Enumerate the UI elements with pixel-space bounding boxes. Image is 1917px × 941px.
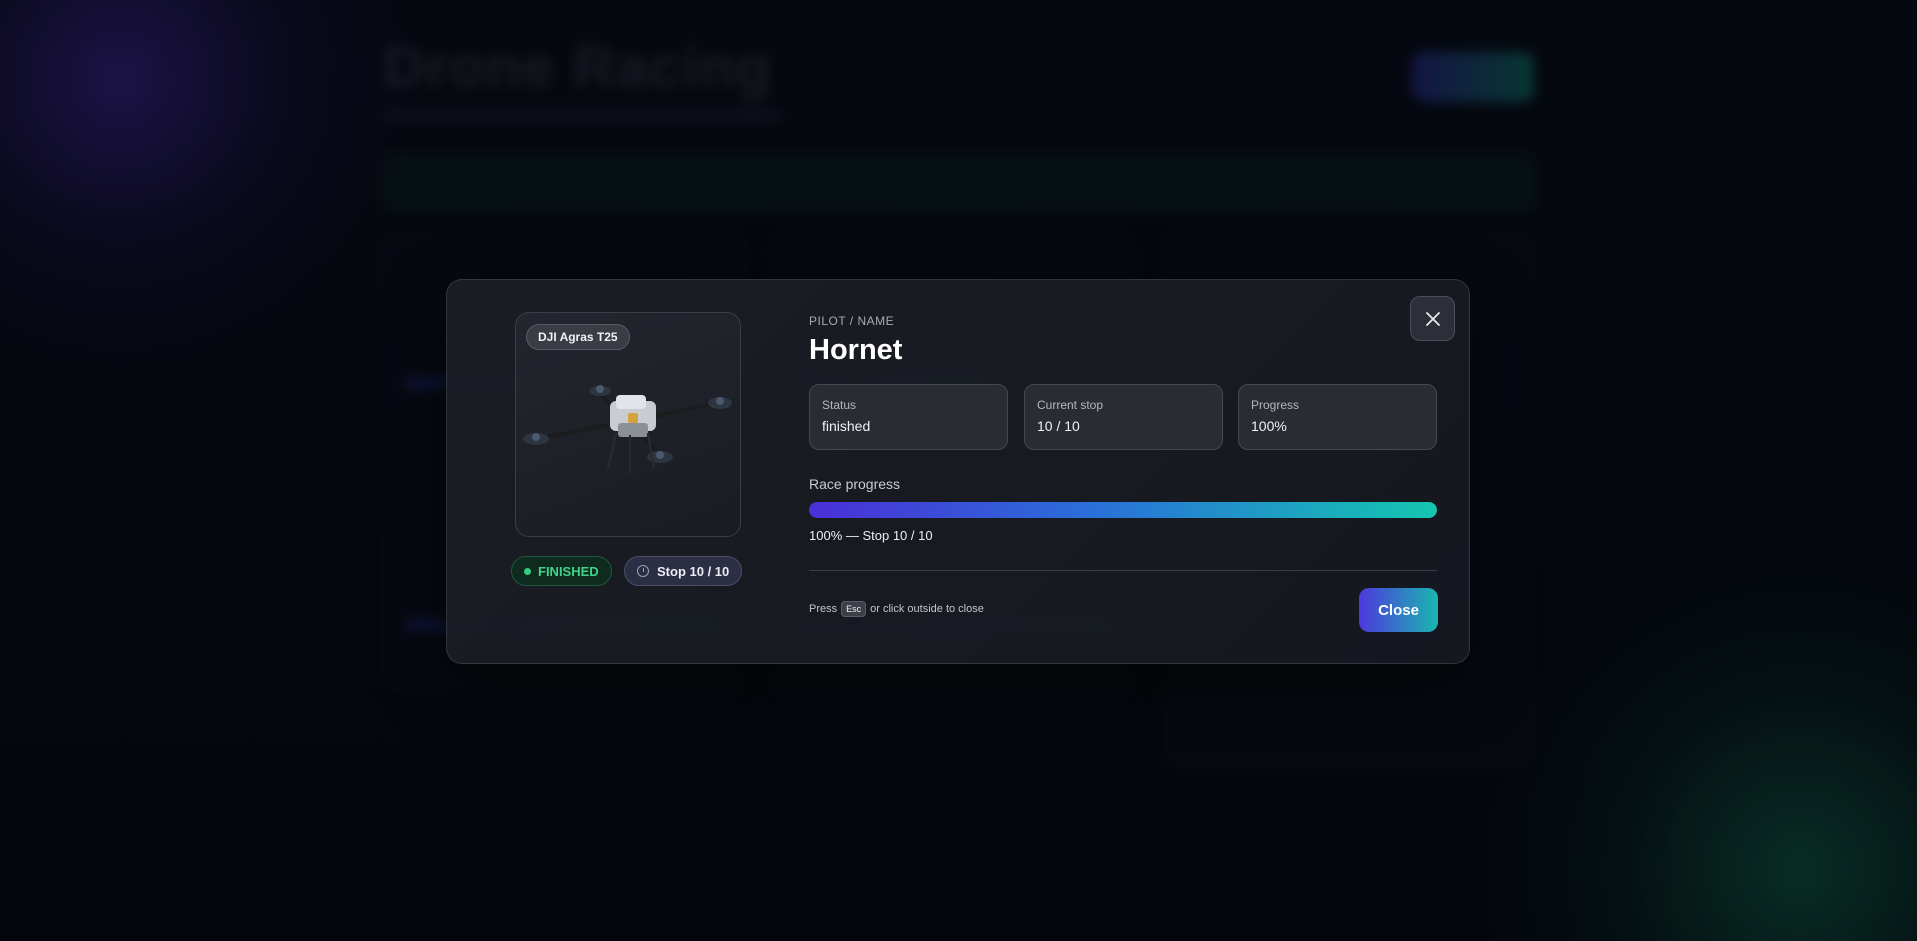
- close-icon-button[interactable]: [1410, 296, 1455, 341]
- race-progress-bar: [809, 502, 1437, 518]
- race-progress-label: Race progress: [809, 476, 901, 492]
- hint-rest-text: or click outside to close: [870, 603, 984, 615]
- current-stop-stat-value: 10 / 10: [1037, 418, 1080, 434]
- progress-stat: Progress 100%: [1238, 384, 1437, 450]
- hint-press-text: Press: [809, 603, 838, 615]
- status-stat: Status finished: [809, 384, 1008, 450]
- pilot-label: PILOT / NAME: [809, 314, 895, 328]
- progress-stat-value: 100%: [1251, 418, 1287, 434]
- status-badge-label: FINISHED: [538, 563, 599, 579]
- close-button[interactable]: Close: [1359, 588, 1438, 632]
- drone-image: [523, 385, 732, 473]
- stop-badge: Stop 10 / 10: [624, 556, 743, 586]
- pilot-name: Hornet: [809, 334, 903, 366]
- model-badge: DJI Agras T25: [526, 324, 630, 350]
- current-stop-stat: Current stop 10 / 10: [1024, 384, 1223, 450]
- status-dot-icon: [524, 567, 531, 575]
- stop-badge-label: Stop 10 / 10: [657, 563, 730, 579]
- close-hint: Press Esc or click outside to close: [809, 601, 984, 617]
- status-badge: FINISHED: [511, 556, 612, 586]
- clock-icon: [637, 565, 649, 577]
- race-progress-text: 100% — Stop 10 / 10: [809, 528, 933, 543]
- esc-key: Esc: [841, 601, 867, 617]
- race-progress-fill: [809, 502, 1437, 518]
- drone-image-card: DJI Agras T25: [515, 312, 741, 537]
- close-icon: [1425, 311, 1440, 326]
- status-stat-value: finished: [822, 418, 871, 434]
- divider: [809, 570, 1437, 571]
- pilot-detail-modal: DJI Agras T25 FINISHED Stop 10 / 10 PILO…: [446, 279, 1470, 664]
- status-stat-label: Status: [822, 398, 857, 412]
- progress-stat-label: Progress: [1251, 398, 1300, 412]
- current-stop-stat-label: Current stop: [1037, 398, 1104, 412]
